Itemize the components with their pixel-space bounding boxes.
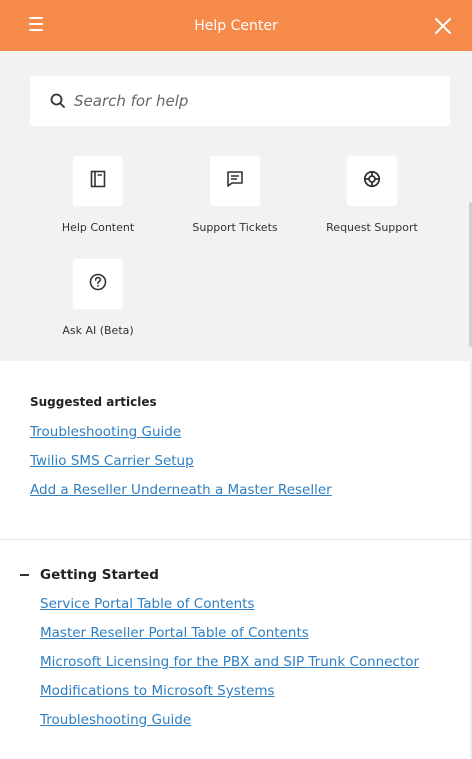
article-link[interactable]: Service Portal Table of Contents bbox=[40, 596, 419, 612]
section-title: Getting Started bbox=[40, 567, 159, 583]
tile-box bbox=[210, 156, 260, 206]
tile-help-content[interactable]: Help Content bbox=[43, 156, 153, 234]
search-box bbox=[30, 76, 450, 126]
suggested-article-link[interactable]: Add a Reseller Underneath a Master Resel… bbox=[30, 482, 450, 498]
tile-request-support[interactable]: Request Support bbox=[317, 156, 427, 234]
close-icon[interactable] bbox=[434, 17, 452, 35]
tile-label: Ask AI (Beta) bbox=[62, 324, 134, 337]
lifebuoy-icon bbox=[363, 170, 381, 192]
tile-box bbox=[73, 156, 123, 206]
menu-icon[interactable] bbox=[29, 17, 45, 33]
getting-started-toggle[interactable]: Getting Started bbox=[20, 567, 159, 583]
section-title: Suggested articles bbox=[30, 395, 157, 409]
getting-started-list: Service Portal Table of Contents Master … bbox=[40, 596, 419, 728]
chat-icon bbox=[226, 170, 244, 192]
quick-actions-area: Help Content Support Tickets bbox=[0, 51, 472, 361]
divider bbox=[0, 539, 472, 540]
tile-support-tickets[interactable]: Support Tickets bbox=[180, 156, 290, 234]
tile-label: Support Tickets bbox=[192, 221, 278, 234]
book-icon bbox=[90, 170, 106, 192]
search-icon bbox=[50, 93, 66, 109]
collapse-icon bbox=[20, 574, 29, 576]
tile-label: Help Content bbox=[61, 221, 135, 234]
search-input[interactable] bbox=[74, 86, 434, 116]
help-center-panel: Help Center Search for help Help Content… bbox=[0, 0, 472, 759]
article-link[interactable]: Modifications to Microsoft Systems bbox=[40, 683, 419, 699]
header-bar: Help Center bbox=[0, 0, 472, 51]
article-link[interactable]: Master Reseller Portal Table of Contents bbox=[40, 625, 419, 641]
suggested-article-link[interactable]: Twilio SMS Carrier Setup bbox=[30, 453, 450, 469]
article-link[interactable]: Troubleshooting Guide bbox=[40, 712, 419, 728]
tile-box bbox=[347, 156, 397, 206]
article-link[interactable]: Microsoft Licensing for the PBX and SIP … bbox=[40, 654, 419, 670]
tile-label: Request Support bbox=[326, 221, 418, 234]
header-title: Help Center bbox=[194, 17, 278, 34]
question-circle-icon bbox=[89, 273, 107, 295]
tile-ask-ai[interactable]: Ask AI (Beta) bbox=[43, 259, 153, 337]
tile-box bbox=[73, 259, 123, 309]
suggested-article-link[interactable]: Troubleshooting Guide bbox=[30, 424, 450, 440]
suggested-articles: Suggested articles Troubleshooting Guide… bbox=[30, 395, 450, 498]
